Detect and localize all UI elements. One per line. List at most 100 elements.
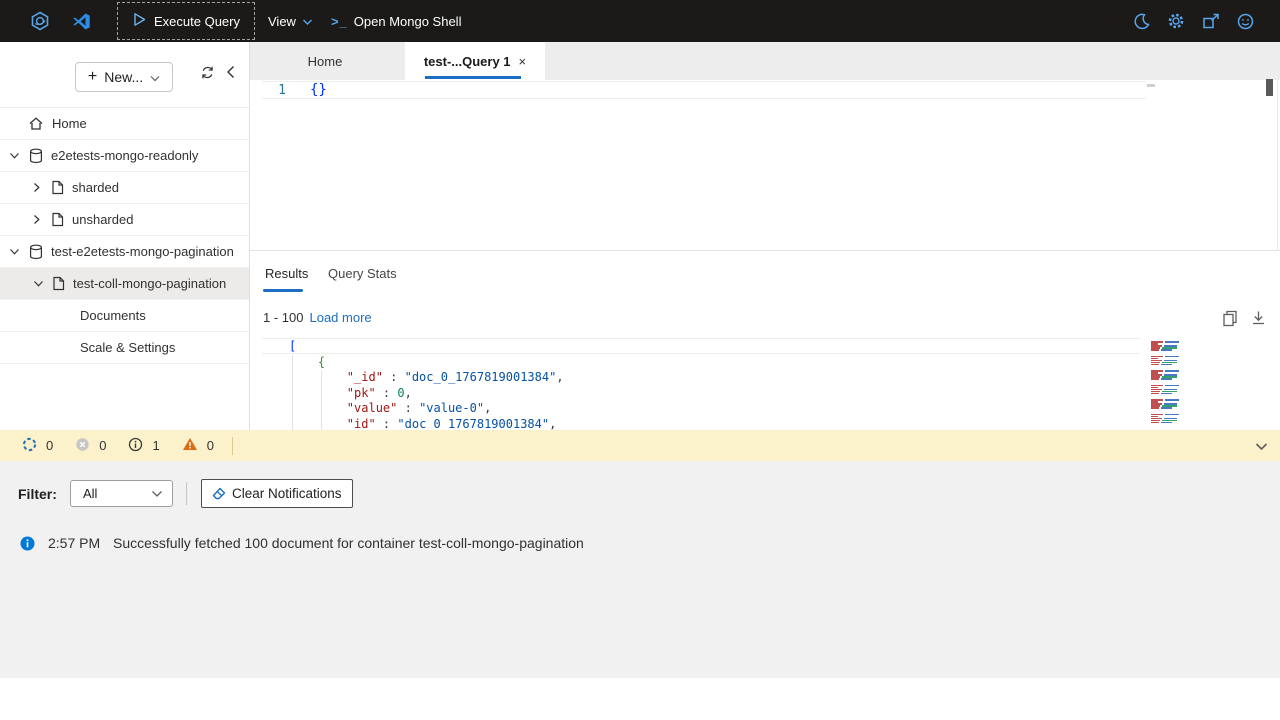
code-token: : [376,417,398,431]
minimap-row [1145,422,1189,424]
collection-icon [51,212,64,227]
view-menu-button[interactable]: View [268,14,313,29]
minimap-segment [1161,364,1172,366]
clear-notifications-button[interactable]: Clear Notifications [201,479,353,508]
chevron-down-icon[interactable] [9,152,20,160]
vscode-icon[interactable] [72,12,91,31]
minimap-row [1145,349,1189,351]
sidebar-item-scale-settings[interactable]: Scale & Settings [0,332,249,364]
sidebar-item-label: test-coll-mongo-pagination [73,276,226,291]
code-line: "_id" : "doc_0_1767819001384", [289,370,564,386]
sidebar-item-home[interactable]: Home [0,108,249,140]
open-mongo-shell-button[interactable]: >_ Open Mongo Shell [331,14,462,29]
code-token [289,355,318,369]
tab-home[interactable]: Home [260,42,390,80]
editor-scrollbar-thumb[interactable] [1266,79,1273,96]
in-progress-count: 0 [46,438,53,453]
query-editor[interactable]: 1 {} [250,80,1280,251]
minimap-row [1145,364,1189,366]
close-tab-icon[interactable]: × [519,54,527,69]
sidebar-item-documents[interactable]: Documents [0,300,249,332]
code-token: "id" [347,417,376,431]
chevron-down-icon[interactable] [9,248,20,256]
in-progress-counter: 0 [22,437,53,455]
sidebar-item-label: Home [52,116,87,131]
top-toolbar: Execute Query View >_ Open Mongo Shell [0,0,1280,42]
resource-tree: Home e2etests-mongo-readonly sharded uns… [0,107,249,364]
sidebar-item-database-pagination[interactable]: test-e2etests-mongo-pagination [0,236,249,268]
notification-filter-select[interactable]: All [70,480,173,507]
tab-query-stats[interactable]: Query Stats [328,266,397,281]
minimap-row [1145,393,1189,395]
sidebar-item-label: test-e2etests-mongo-pagination [51,244,234,259]
minimap-block [1145,370,1189,380]
results-minimap[interactable] [1145,341,1189,428]
code-token: "doc_0_1767819001384" [405,370,557,384]
document-tab-bar: Home test-...Query 1 × [250,42,1280,80]
minimap-segment [1165,370,1179,372]
open-mongo-shell-label: Open Mongo Shell [354,14,462,29]
active-tab-underline [425,76,521,79]
minimap-segment [1151,378,1159,380]
filter-selected-value: All [83,486,97,501]
sidebar-item-collection-pagination[interactable]: test-coll-mongo-pagination [0,268,249,300]
chevron-right-icon[interactable] [33,182,41,193]
chevron-right-icon[interactable] [33,214,41,225]
sidebar-item-label: unsharded [72,212,133,227]
notification-console-bar[interactable]: 0 0 1 0 [0,430,1280,461]
tab-query-1[interactable]: test-...Query 1 × [405,42,545,80]
minimap-segment [1165,356,1179,358]
refresh-icon[interactable] [200,65,215,85]
info-count: 1 [152,438,159,453]
sidebar-item-label: sharded [72,180,119,195]
collection-icon [52,276,65,291]
sidebar-item-database-readonly[interactable]: e2etests-mongo-readonly [0,140,249,172]
chevron-down-icon [150,69,160,85]
feedback-smiley-icon[interactable] [1237,13,1254,30]
code-token: [ [289,339,296,353]
minimap-segment [1165,399,1179,401]
filter-label: Filter: [18,486,57,502]
theme-moon-icon[interactable] [1133,13,1150,30]
copy-results-icon[interactable] [1222,310,1238,332]
minimap-segment [1165,385,1179,387]
new-resource-button[interactable]: + New... [75,62,173,92]
cosmos-db-icon[interactable] [30,11,50,31]
sidebar-item-collection-unsharded[interactable]: unsharded [0,204,249,236]
minimap-segment [1151,407,1159,409]
results-tab-underline [263,289,303,292]
line-number: 1 [272,83,286,98]
code-line: "id" : "doc_0_1767819001384", [289,417,564,431]
minimap-block [1145,341,1189,351]
execute-query-button[interactable]: Execute Query [117,2,255,40]
minimap-segment [1165,414,1179,416]
error-counter: 0 [75,437,106,455]
load-more-link[interactable]: Load more [309,310,371,325]
divider [232,437,233,455]
open-in-new-window-icon[interactable] [1202,13,1220,30]
minimap-segment [1151,393,1159,395]
minimap-segment [1165,341,1179,343]
settings-gear-icon[interactable] [1167,12,1185,30]
minimap-row [1145,378,1189,380]
sidebar-item-collection-sharded[interactable]: sharded [0,172,249,204]
collapse-panel-icon[interactable] [226,65,235,84]
chevron-down-icon[interactable] [33,280,44,288]
tab-results[interactable]: Results [265,266,308,281]
collection-icon [51,180,64,195]
warning-counter: 0 [182,437,214,454]
code-token: : [376,386,398,400]
result-range-row: 1 - 100Load more [263,310,372,325]
minimap-row [1145,407,1189,409]
new-button-label: New... [104,69,143,85]
download-results-icon[interactable] [1251,310,1266,331]
collapse-console-chevron-icon[interactable] [1255,439,1268,454]
minimap-mark [1147,84,1155,87]
code-line: { [289,355,564,371]
results-json-editor[interactable]: [ { "_id" : "doc_0_1767819001384", "pk" … [262,337,1280,430]
notification-time: 2:57 PM [48,535,100,551]
warning-icon [182,437,198,454]
error-count: 0 [99,438,106,453]
code-line: [ [289,339,564,355]
topbar-right-icons [1133,12,1254,30]
